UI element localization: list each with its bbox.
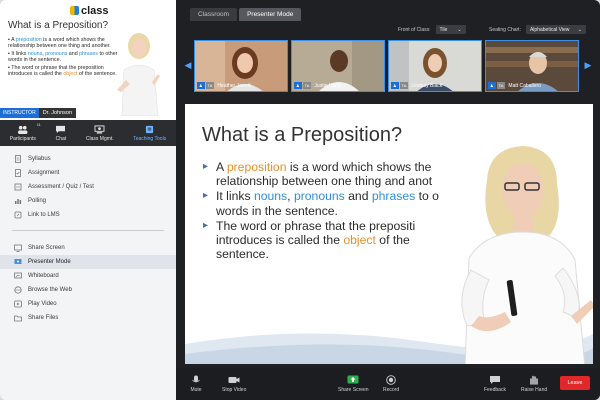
left-toolbar: 11 Participants Chat Class Mgmt. Teachin… [0, 120, 176, 146]
menu-item-syllabus[interactable]: Syllabus [0, 152, 176, 166]
preview-bullet-3: ▪ The word or phrase that the prepositio… [8, 64, 117, 78]
participant-name-label: ♟ TA Matt Caballero [488, 82, 541, 89]
menu-item-browse-web[interactable]: Browse the Web [0, 283, 176, 297]
preview-title: What is a Preposition? [8, 20, 109, 31]
front-of-class-control: Front of Class: Tile ⌄ [398, 25, 466, 34]
participant-tile[interactable]: ♟ TA Heather Jarrett [194, 40, 288, 92]
teaching-tools-icon [146, 125, 154, 133]
link-icon [14, 211, 22, 219]
presentation-slide: What is a Preposition? A preposition is … [185, 104, 593, 364]
presenter-mode-icon [14, 259, 22, 264]
menu-item-play-video[interactable]: Play Video [0, 297, 176, 311]
feedback-icon [489, 376, 500, 384]
presenter-preview: class What is a Preposition? ▪ A preposi… [0, 0, 176, 120]
menu-item-presenter-mode[interactable]: Presenter Mode [0, 255, 176, 269]
leave-button[interactable]: Leave [560, 376, 590, 390]
instructor-name: Dr. Johnson [38, 107, 77, 118]
scroll-left-icon[interactable]: ◀ [184, 58, 192, 72]
tab-classroom[interactable]: Classroom [190, 8, 238, 21]
record-icon [386, 375, 396, 385]
instructor-badge: INSTRUCTOR [0, 107, 39, 118]
class-mgmt-label: Class Mgmt. [85, 135, 114, 142]
instructor-label: INSTRUCTOR Dr. Johnson [0, 107, 77, 118]
chat-icon [56, 125, 66, 133]
chat-button[interactable]: Chat [55, 125, 66, 142]
participants-button[interactable]: 11 Participants [9, 122, 41, 142]
view-tabs: Classroom Presenter Mode [190, 8, 302, 21]
stop-video-button[interactable]: Stop Video [222, 375, 246, 393]
preview-bullet-2: ▪ It links nouns, pronouns and phrases t… [8, 50, 118, 64]
menu-item-assignment[interactable]: Assignment [0, 166, 176, 180]
menu-item-polling[interactable]: Polling [0, 194, 176, 208]
bottom-control-bar: Mute Stop Video Share Screen Record Feed… [176, 368, 600, 400]
menu-item-share-screen[interactable]: Share Screen [0, 241, 176, 255]
scroll-right-icon[interactable]: ▶ [584, 58, 592, 72]
slide-title: What is a Preposition? [202, 124, 403, 146]
menu-item-link-lms[interactable]: Link to LMS [0, 208, 176, 222]
raise-hand-button[interactable]: Raise Hand [521, 375, 547, 393]
teaching-tools-menu: Syllabus Assignment Assessment / Quiz / … [0, 152, 176, 325]
share-screen-icon [14, 244, 22, 252]
participant-tile[interactable]: ♟ TA Matt Caballero [485, 40, 579, 92]
participants-count: 11 [36, 121, 41, 127]
tab-presenter-mode[interactable]: Presenter Mode [239, 8, 302, 21]
menu-divider [12, 230, 164, 231]
menu-item-whiteboard[interactable]: Whiteboard [0, 269, 176, 283]
class-mgmt-button[interactable]: Class Mgmt. [85, 124, 114, 142]
share-files-icon [14, 315, 22, 322]
polling-icon [15, 199, 22, 204]
menu-item-assessment[interactable]: Assessment / Quiz / Test [0, 180, 176, 194]
raise-hand-icon [530, 375, 538, 385]
participants-label: Participants [9, 135, 36, 142]
share-screen-button[interactable]: Share Screen [338, 375, 369, 393]
assignment-icon [15, 169, 21, 177]
app-logo: class [70, 5, 109, 17]
seating-chart-label: Seating Chart: [489, 26, 521, 33]
instructor-figure [461, 146, 593, 364]
seating-chart-control: Seating Chart: Alphabetical View ⌄ [489, 25, 586, 34]
left-panel: class What is a Preposition? ▪ A preposi… [0, 0, 176, 400]
participant-strip: ◀ ♟TAHeather Jarrett ♟TAJustin Harry [184, 40, 594, 92]
participant-tile[interactable]: ♟ TA Lindsay Black [388, 40, 482, 92]
video-camera-icon [228, 377, 240, 383]
syllabus-icon [15, 155, 21, 163]
main-area: Classroom Presenter Mode Front of Class:… [176, 0, 600, 400]
chevron-down-icon: ⌄ [457, 26, 462, 33]
class-mgmt-icon [94, 124, 105, 134]
front-of-class-label: Front of Class: [398, 26, 431, 33]
globe-icon [14, 286, 22, 294]
seating-chart-select[interactable]: Alphabetical View ⌄ [525, 25, 586, 34]
participants-icon [18, 125, 28, 134]
participant-name-label: ♟ TA Lindsay Black [391, 82, 443, 89]
participant-name-label: ♟ TA Heather Jarrett [197, 82, 251, 89]
instructor-mini-figure [117, 33, 160, 116]
preview-bullets: ▪ A preposition is a word which shows th… [8, 37, 126, 78]
teaching-tools-button[interactable]: Teaching Tools [133, 125, 166, 142]
teaching-tools-label: Teaching Tools [133, 135, 167, 142]
feedback-button[interactable]: Feedback [484, 375, 506, 393]
menu-item-share-files[interactable]: Share Files [0, 311, 176, 325]
share-screen-icon [347, 375, 359, 384]
mute-button[interactable]: Mute [190, 375, 202, 393]
assessment-icon [14, 183, 22, 191]
play-video-icon [14, 300, 22, 308]
preview-bullet-1: ▪ A preposition is a word which shows th… [8, 37, 111, 50]
participant-tile[interactable]: ♟ TA Justin Harry [291, 40, 385, 92]
chevron-down-icon: ⌄ [577, 26, 582, 33]
microphone-icon [192, 375, 200, 383]
chat-label: Chat [55, 135, 67, 142]
class-logo-icon [70, 6, 79, 15]
participant-name-label: ♟ TA Justin Harry [294, 82, 342, 89]
front-of-class-select[interactable]: Tile ⌄ [435, 25, 466, 34]
whiteboard-icon [14, 272, 22, 279]
record-button[interactable]: Record [383, 375, 399, 393]
